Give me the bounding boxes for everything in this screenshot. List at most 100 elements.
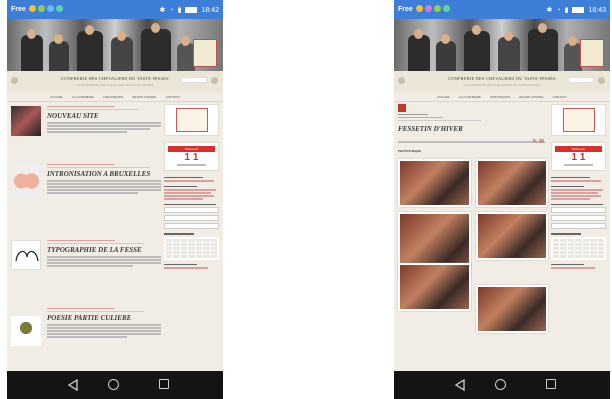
confrerie-seal	[562, 108, 595, 132]
sidebar-link[interactable]	[551, 267, 606, 269]
nav-item-contact[interactable]: CONTACT	[166, 95, 180, 99]
post-title[interactable]: TYPOGRAPHIE DE LA FESSE	[47, 246, 161, 254]
nav-item-confrerie[interactable]: LA CONFRERIE	[72, 95, 94, 99]
sidebar-link[interactable]	[164, 189, 219, 191]
sidebar-link[interactable]	[551, 195, 606, 197]
notification-icon	[56, 5, 63, 12]
newsletter-field[interactable]	[164, 223, 219, 229]
carrier-label: Free	[11, 6, 26, 13]
sidebar-link[interactable]	[164, 267, 219, 269]
newsletter-field[interactable]	[551, 207, 606, 213]
post-title[interactable]: NOUVEAU SITE	[47, 112, 161, 120]
newsletter-field[interactable]	[551, 215, 606, 221]
sidebar-link[interactable]	[164, 192, 219, 194]
gallery-photo[interactable]	[475, 211, 548, 260]
newsletter-field[interactable]	[164, 207, 219, 213]
doodle-icon	[15, 250, 39, 261]
notification-icons	[29, 5, 63, 12]
recent-apps-icon[interactable]	[546, 379, 556, 389]
bluetooth-icon: ✱	[546, 7, 553, 14]
notification-icon	[443, 5, 450, 12]
sidebar: S'abonner 1 1	[551, 104, 606, 270]
sidebar-link[interactable]	[551, 198, 606, 200]
nav-item-accueil[interactable]: ACCUEIL	[50, 95, 63, 99]
post-title[interactable]: POESIE PARTIE CULIERE	[47, 314, 161, 322]
post-thumbnail[interactable]	[11, 105, 41, 136]
home-icon[interactable]	[495, 379, 506, 390]
sidebar-heading	[164, 203, 219, 205]
sidebar-heading	[551, 185, 606, 187]
nav-item-accueil[interactable]: ACCUEIL	[437, 95, 450, 99]
android-nav-bar	[7, 371, 223, 399]
post-thumbnail[interactable]	[11, 315, 41, 346]
sidebar-logo-box	[551, 104, 606, 136]
carrier-label: Free	[398, 6, 413, 13]
sidebar-link[interactable]	[164, 195, 219, 197]
masthead: CONFRERIE DES CHEVALIERS DU TASTE FESSES…	[394, 71, 610, 93]
notification-icon	[47, 5, 54, 12]
back-icon[interactable]	[454, 379, 466, 391]
notification-icon	[29, 5, 36, 12]
home-icon[interactable]	[108, 379, 119, 390]
sidebar-link[interactable]	[551, 189, 606, 191]
notification-icon	[416, 5, 423, 12]
gallery-photo[interactable]	[475, 284, 548, 333]
confrerie-seal	[175, 108, 208, 132]
search-icon[interactable]	[598, 77, 605, 84]
sidebar: S'abonner 1 1	[164, 104, 219, 270]
signal-icon: ▮	[177, 7, 182, 14]
search-icon[interactable]	[211, 77, 218, 84]
system-status: ✱ ◔ ▮ 18:43	[546, 6, 607, 15]
post-thumbnail[interactable]	[11, 163, 41, 198]
main-nav: ACCUEIL LA CONFRERIE CHRONIQUES GRAND CO…	[394, 93, 610, 102]
search-input[interactable]	[181, 77, 207, 83]
sidebar-link[interactable]	[551, 180, 606, 182]
sidebar-heading	[551, 233, 606, 235]
site-subtitle: LA CONFRERIE DES CHEVALIERS DU TASTE FES…	[463, 83, 541, 87]
calendar-widget	[551, 236, 606, 260]
nav-item-confrerie[interactable]: LA CONFRERIE	[459, 95, 481, 99]
sidebar-logo-box	[164, 104, 219, 136]
sidebar-link[interactable]	[164, 180, 219, 182]
sidebar-heading	[164, 176, 219, 178]
gallery-photo[interactable]	[398, 158, 471, 207]
nav-item-contact[interactable]: CONTACT	[553, 95, 567, 99]
search-input[interactable]	[568, 77, 594, 83]
post-meta	[47, 105, 161, 110]
post-title[interactable]: INTRONISATION A BRUXELLES	[47, 170, 161, 178]
post-item: POESIE PARTIE CULIERE	[11, 307, 161, 372]
post-title: FESSETIN D'HIVER	[398, 125, 463, 133]
sidebar-heading	[551, 203, 606, 205]
notification-icon	[434, 5, 441, 12]
share-icon[interactable]: ✎ ✉	[532, 138, 544, 145]
newsletter-field[interactable]	[164, 215, 219, 221]
calendar-day-badge: 1 1	[184, 152, 199, 163]
clock: 18:42	[201, 6, 219, 14]
nav-item-grand-conseil[interactable]: GRAND CONSEIL	[132, 95, 157, 99]
wifi-icon: ◔	[556, 6, 561, 14]
sidebar-heading	[164, 185, 219, 187]
header-banner-image	[394, 19, 610, 71]
nav-item-grand-conseil[interactable]: GRAND CONSEIL	[519, 95, 544, 99]
site-subtitle: LA CONFRERIE DES CHEVALIERS DU TASTE FES…	[76, 83, 154, 87]
notification-icons	[416, 5, 450, 12]
nav-item-chroniques[interactable]: CHRONIQUES	[490, 95, 510, 99]
author-avatar	[398, 104, 406, 112]
photo-gallery	[398, 158, 548, 333]
post-meta	[47, 239, 161, 244]
post-thumbnail[interactable]	[11, 239, 41, 270]
seal-logo	[193, 39, 217, 67]
gallery-photo[interactable]	[475, 158, 548, 207]
gallery-photo[interactable]	[398, 262, 471, 311]
recent-apps-icon[interactable]	[159, 379, 169, 389]
sidebar-link[interactable]	[551, 192, 606, 194]
notification-icon	[425, 5, 432, 12]
gallery-label: PHOTOTHEQUE	[398, 148, 422, 153]
nav-item-chroniques[interactable]: CHRONIQUES	[103, 95, 123, 99]
calendar-widget	[164, 236, 219, 260]
system-status: ✱ ◔ ▮ 18:42	[160, 6, 220, 15]
post-excerpt	[47, 122, 161, 133]
back-icon[interactable]	[67, 379, 79, 391]
newsletter-field[interactable]	[551, 223, 606, 229]
sidebar-link[interactable]	[164, 198, 219, 200]
